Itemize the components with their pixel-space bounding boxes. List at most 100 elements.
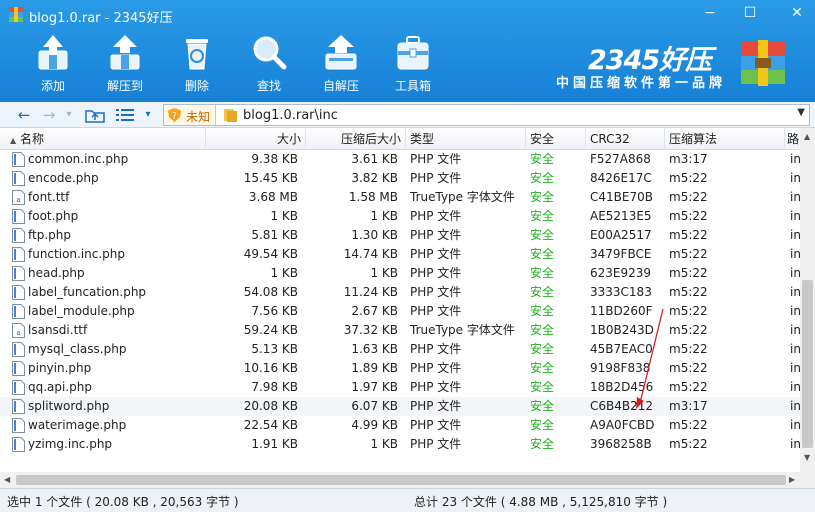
file-crc32: E00A2517 (590, 228, 652, 242)
brand-logo-icon (741, 40, 785, 86)
column-path[interactable]: 路 (785, 128, 800, 150)
column-safety[interactable]: 安全 (526, 128, 586, 150)
file-row[interactable]: splitword.php 20.08 KB 6.07 KB PHP 文件 安全 C6B4… (0, 397, 800, 416)
close-button[interactable]: ✕ (784, 2, 810, 26)
horizontal-scrollbar[interactable]: ◀ ▶ (0, 472, 800, 488)
file-row[interactable]: head.php 1 KB 1 KB PHP 文件 安全 623E9239 m5:22 in (0, 264, 800, 283)
view-dropdown-icon[interactable]: ▾ (141, 105, 155, 125)
file-packed-size: 14.74 KB (343, 247, 398, 261)
app-icon (9, 7, 23, 22)
file-size: 20.08 KB (243, 399, 298, 413)
horizontal-scroll-thumb[interactable] (16, 475, 786, 485)
file-row[interactable]: waterimage.php 22.54 KB 4.99 KB PHP 文件 安全 A9A… (0, 416, 800, 435)
safety-badge[interactable]: ? 未知 (164, 105, 216, 125)
file-method: m5:22 (669, 323, 708, 337)
view-list-icon[interactable] (116, 108, 134, 122)
file-row[interactable]: yzimg.inc.php 1.91 KB 1 KB PHP 文件 安全 3968258B… (0, 435, 800, 454)
column-method[interactable]: 压缩算法 (665, 128, 785, 150)
file-name: function.inc.php (28, 247, 126, 261)
file-path: in (790, 342, 800, 356)
file-path: in (790, 228, 800, 242)
scroll-left-icon[interactable]: ◀ (4, 475, 10, 484)
column-crc32[interactable]: CRC32 (586, 128, 665, 150)
self-extract-button[interactable]: 自解压 (313, 33, 369, 95)
file-path: in (790, 418, 800, 432)
file-name: head.php (28, 266, 85, 280)
add-button[interactable]: 添加 (25, 33, 81, 95)
file-crc32: 18B2D456 (590, 380, 654, 394)
self-extract-label: 自解压 (322, 79, 359, 93)
file-row[interactable]: function.inc.php 49.54 KB 14.74 KB PHP 文件 安全… (0, 245, 800, 264)
file-method: m5:22 (669, 171, 708, 185)
forward-dropdown-icon[interactable]: ▾ (62, 105, 76, 125)
file-safety: 安全 (530, 228, 555, 242)
column-name[interactable]: ▲ 名称 (0, 128, 206, 150)
file-path: in (790, 399, 800, 413)
file-type: PHP 文件 (410, 152, 462, 166)
file-name: label_module.php (28, 304, 135, 318)
file-row[interactable]: a lsansdi.ttf 59.24 KB 37.32 KB TrueType 字体文… (0, 321, 800, 340)
file-method: m5:22 (669, 304, 708, 318)
file-safety: 安全 (530, 399, 555, 413)
extract-to-label: 解压到 (106, 79, 143, 93)
file-name: mysql_class.php (28, 342, 127, 356)
file-row[interactable]: label_funcation.php 54.08 KB 11.24 KB PHP 文… (0, 283, 800, 302)
vertical-scrollbar[interactable]: ▲ ▼ (800, 128, 815, 488)
file-row[interactable]: ftp.php 5.81 KB 1.30 KB PHP 文件 安全 E00A2517 m5:… (0, 226, 800, 245)
maximize-button[interactable]: ☐ (737, 2, 763, 26)
extract-to-button[interactable]: 解压到 (97, 33, 153, 95)
file-safety: 安全 (530, 342, 555, 356)
file-size: 22.54 KB (243, 418, 298, 432)
column-size[interactable]: 大小 (206, 128, 306, 150)
file-method: m3:17 (669, 399, 708, 413)
file-name: label_funcation.php (28, 285, 147, 299)
brand: 2345好压 中国压缩软件第一品牌 (556, 38, 736, 94)
minimize-button[interactable]: − (697, 2, 723, 26)
file-packed-size: 3.82 KB (351, 171, 398, 185)
file-size: 54.08 KB (243, 285, 298, 299)
file-row[interactable]: a font.ttf 3.68 MB 1.58 MB TrueType 字体文件 安全 C4… (0, 188, 800, 207)
file-packed-size: 2.67 KB (351, 304, 398, 318)
file-row[interactable]: mysql_class.php 5.13 KB 1.63 KB PHP 文件 安全 45B… (0, 340, 800, 359)
file-crc32: 9198F838 (590, 361, 651, 375)
vertical-scroll-thumb[interactable] (802, 280, 813, 448)
file-row[interactable]: qq.api.php 7.98 KB 1.97 KB PHP 文件 安全 18B2D456… (0, 378, 800, 397)
file-row[interactable]: label_module.php 7.56 KB 2.67 KB PHP 文件 安全 11… (0, 302, 800, 321)
file-path: in (790, 380, 800, 394)
path-field[interactable]: ? 未知 blog1.0.rar\inc ▼ (163, 104, 810, 126)
back-arrow-icon[interactable]: ← (13, 105, 35, 125)
delete-button[interactable]: 删除 (169, 33, 225, 95)
search-button[interactable]: 查找 (241, 33, 297, 95)
file-row[interactable]: encode.php 15.45 KB 3.82 KB PHP 文件 安全 8426E17… (0, 169, 800, 188)
file-method: m5:22 (669, 437, 708, 451)
path-text: blog1.0.rar\inc (243, 108, 338, 123)
path-dropdown-icon[interactable]: ▼ (797, 107, 805, 118)
file-type: PHP 文件 (410, 418, 462, 432)
file-row[interactable]: foot.php 1 KB 1 KB PHP 文件 安全 AE5213E5 m5:22 in (0, 207, 800, 226)
file-size: 1 KB (270, 209, 298, 223)
file-safety: 安全 (530, 247, 555, 261)
scroll-up-icon[interactable]: ▲ (804, 132, 810, 141)
file-type: TrueType 字体文件 (410, 323, 515, 337)
sort-up-icon: ▲ (10, 136, 17, 145)
forward-arrow-icon[interactable]: → (38, 105, 60, 125)
svg-text:a: a (16, 196, 20, 204)
file-size: 59.24 KB (243, 323, 298, 337)
toolbox-button[interactable]: 工具箱 (385, 33, 441, 95)
file-row[interactable]: pinyin.php 10.16 KB 1.89 KB PHP 文件 安全 9198F83… (0, 359, 800, 378)
column-packed[interactable]: 压缩后大小 (306, 128, 406, 150)
file-method: m5:22 (669, 342, 708, 356)
file-type: PHP 文件 (410, 285, 462, 299)
file-type: PHP 文件 (410, 266, 462, 280)
file-packed-size: 3.61 KB (351, 152, 398, 166)
scroll-right-icon[interactable]: ▶ (789, 475, 795, 484)
file-size: 5.13 KB (251, 342, 298, 356)
window-title: blog1.0.rar - 2345好压 (29, 11, 173, 26)
scroll-down-icon[interactable]: ▼ (804, 453, 810, 462)
file-name: ftp.php (28, 228, 71, 242)
file-packed-size: 1.97 KB (351, 380, 398, 394)
column-type[interactable]: 类型 (406, 128, 526, 150)
file-crc32: F527A868 (590, 152, 651, 166)
file-row[interactable]: common.inc.php 9.38 KB 3.61 KB PHP 文件 安全 F527… (0, 150, 800, 169)
up-folder-icon[interactable] (85, 107, 105, 123)
